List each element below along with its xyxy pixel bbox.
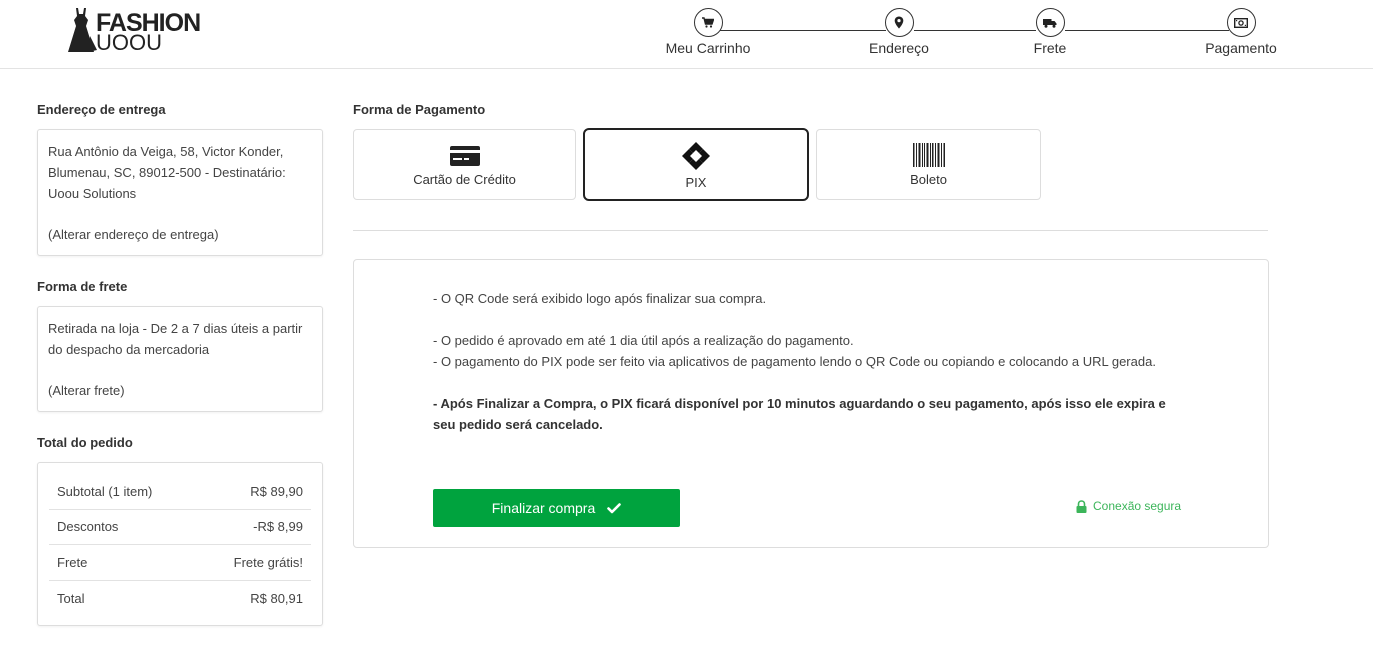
pix-info-line: - O pedido é aprovado em até 1 dia útil … bbox=[433, 333, 854, 348]
finish-purchase-button[interactable]: Finalizar compra bbox=[433, 489, 680, 527]
payment-option-label: Boleto bbox=[910, 172, 947, 187]
totals-label: Descontos bbox=[57, 519, 119, 535]
totals-value: Frete grátis! bbox=[233, 554, 303, 570]
totals-label: Frete bbox=[57, 554, 88, 570]
delivery-address: Rua Antônio da Veiga, 58, Victor Konder,… bbox=[48, 144, 286, 201]
payment-option-label: PIX bbox=[685, 175, 707, 190]
payment-option-credit-card[interactable]: Cartão de Crédito bbox=[353, 129, 576, 200]
totals-row-discount: Descontos -R$ 8,99 bbox=[49, 510, 311, 545]
pix-info-line: - O pagamento do PIX pode ser feito via … bbox=[433, 354, 1156, 369]
barcode-icon bbox=[913, 143, 945, 167]
payment-title: Forma de Pagamento bbox=[353, 102, 486, 117]
pix-info-warning: - Após Finalizar a Compra, o PIX ficará … bbox=[433, 396, 1166, 432]
totals-row-shipping: Frete Frete grátis! bbox=[49, 545, 311, 581]
money-icon bbox=[1226, 8, 1256, 37]
totals-value: -R$ 8,99 bbox=[253, 519, 303, 535]
cart-icon bbox=[693, 8, 723, 37]
shipping-description: Retirada na loja - De 2 a 7 dias úteis a… bbox=[48, 321, 303, 357]
step-label: Frete bbox=[1033, 40, 1067, 56]
totals-label: Subtotal (1 item) bbox=[57, 483, 153, 499]
totals-row-total: Total R$ 80,91 bbox=[49, 581, 311, 617]
totals-value: R$ 89,90 bbox=[250, 483, 303, 499]
payment-option-label: Cartão de Crédito bbox=[413, 172, 516, 187]
payment-option-pix[interactable]: PIX bbox=[583, 128, 809, 201]
truck-icon bbox=[1035, 8, 1065, 37]
step-shipping[interactable]: Frete bbox=[990, 8, 1110, 56]
totals-value: R$ 80,91 bbox=[250, 590, 303, 606]
header: FASHION UOOU Meu Carrinho Endereço Frete bbox=[0, 0, 1373, 69]
totals-box: Subtotal (1 item) R$ 89,90 Descontos -R$… bbox=[37, 462, 323, 626]
lock-icon bbox=[1076, 499, 1087, 513]
secure-connection: Conexão segura bbox=[1076, 499, 1181, 513]
pix-info-line: - O QR Code será exibido logo após final… bbox=[433, 291, 767, 306]
credit-card-icon bbox=[450, 146, 480, 166]
pix-info-box: - O QR Code será exibido logo após final… bbox=[353, 259, 1269, 548]
divider bbox=[353, 230, 1268, 231]
change-shipping-link[interactable]: (Alterar frete) bbox=[48, 380, 312, 401]
delivery-box: Rua Antônio da Veiga, 58, Victor Konder,… bbox=[37, 129, 323, 256]
step-cart[interactable]: Meu Carrinho bbox=[648, 8, 768, 56]
finish-purchase-label: Finalizar compra bbox=[491, 500, 596, 516]
shipping-title: Forma de frete bbox=[37, 279, 128, 294]
totals-title: Total do pedido bbox=[37, 435, 133, 450]
step-label: Pagamento bbox=[1205, 40, 1277, 56]
check-icon bbox=[607, 502, 622, 513]
step-payment[interactable]: Pagamento bbox=[1181, 8, 1301, 56]
map-pin-icon bbox=[884, 8, 914, 37]
step-label: Endereço bbox=[869, 40, 929, 56]
delivery-title: Endereço de entrega bbox=[37, 102, 166, 117]
secure-connection-label: Conexão segura bbox=[1093, 499, 1182, 513]
shipping-box: Retirada na loja - De 2 a 7 dias úteis a… bbox=[37, 306, 323, 412]
checkout-steps: Meu Carrinho Endereço Frete Pagamento bbox=[0, 8, 1373, 63]
totals-row-subtotal: Subtotal (1 item) R$ 89,90 bbox=[49, 474, 311, 510]
totals-label: Total bbox=[57, 590, 85, 606]
pix-instructions: - O QR Code será exibido logo após final… bbox=[433, 288, 1193, 435]
step-address[interactable]: Endereço bbox=[839, 8, 959, 56]
payment-option-boleto[interactable]: Boleto bbox=[816, 129, 1041, 200]
pix-icon bbox=[682, 142, 710, 170]
step-label: Meu Carrinho bbox=[665, 40, 751, 56]
change-address-link[interactable]: (Alterar endereço de entrega) bbox=[48, 224, 312, 245]
